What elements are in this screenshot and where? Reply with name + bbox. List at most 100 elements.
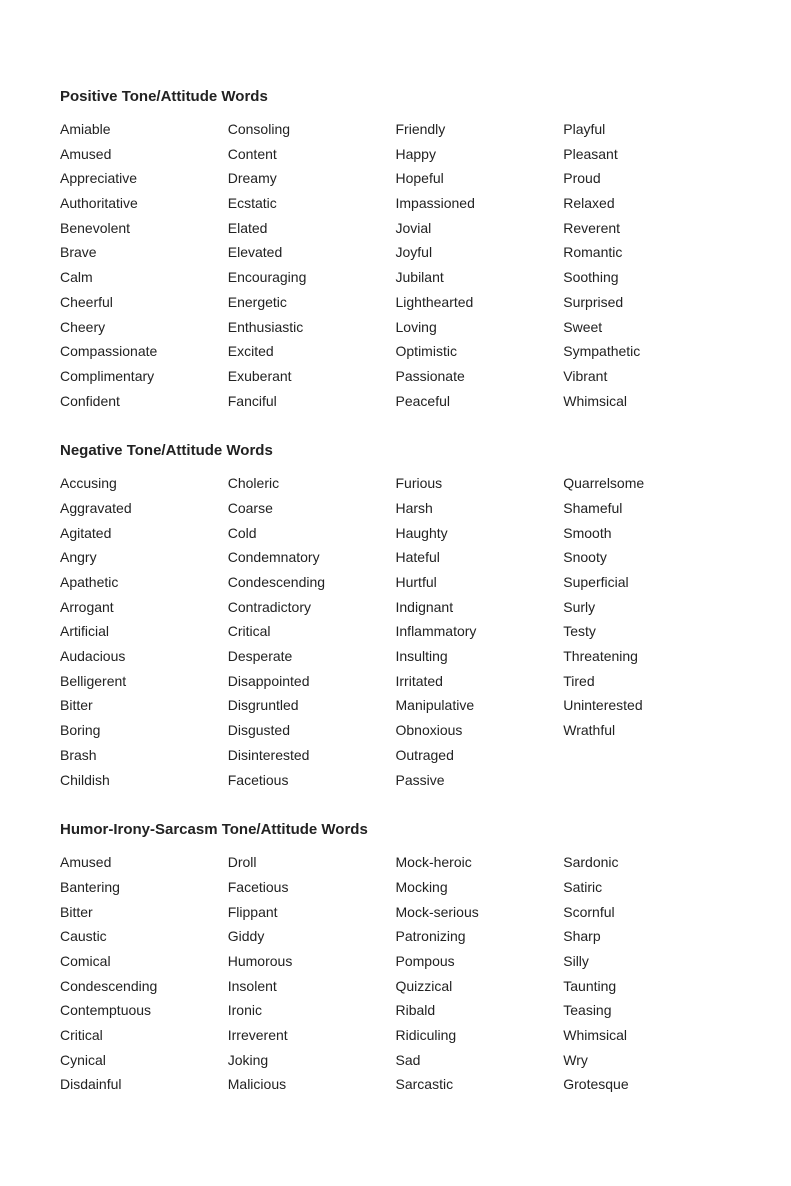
word-cell: Aggravated	[60, 498, 228, 520]
word-cell: Cold	[228, 523, 396, 545]
word-cell: Shameful	[563, 498, 731, 520]
word-cell: Joking	[228, 1050, 396, 1072]
word-cell: Bantering	[60, 877, 228, 899]
word-cell: Passive	[396, 770, 564, 792]
word-cell: Superficial	[563, 572, 731, 594]
word-cell: Grotesque	[563, 1074, 731, 1096]
word-cell: Confident	[60, 391, 228, 413]
word-cell: Encouraging	[228, 267, 396, 289]
word-cell: Benevolent	[60, 218, 228, 240]
section-1: Negative Tone/Attitude WordsAccusingChol…	[60, 442, 731, 791]
word-cell: Impassioned	[396, 193, 564, 215]
word-cell: Content	[228, 144, 396, 166]
word-cell: Facetious	[228, 877, 396, 899]
word-cell: Quizzical	[396, 976, 564, 998]
word-cell: Artificial	[60, 621, 228, 643]
word-cell: Apathetic	[60, 572, 228, 594]
word-cell: Testy	[563, 621, 731, 643]
word-cell: Elevated	[228, 242, 396, 264]
word-cell: Surly	[563, 597, 731, 619]
word-cell: Fanciful	[228, 391, 396, 413]
word-cell: Exuberant	[228, 366, 396, 388]
word-cell: Coarse	[228, 498, 396, 520]
word-cell: Pleasant	[563, 144, 731, 166]
word-cell: Sharp	[563, 926, 731, 948]
word-cell: Angry	[60, 547, 228, 569]
word-cell: Consoling	[228, 119, 396, 141]
word-cell: Disgruntled	[228, 695, 396, 717]
word-cell: Passionate	[396, 366, 564, 388]
word-cell: Inflammatory	[396, 621, 564, 643]
word-cell: Enthusiastic	[228, 317, 396, 339]
word-cell: Brave	[60, 242, 228, 264]
word-cell: Reverent	[563, 218, 731, 240]
word-cell: Satiric	[563, 877, 731, 899]
word-cell: Quarrelsome	[563, 473, 731, 495]
section-heading-1: Negative Tone/Attitude Words	[60, 442, 731, 459]
word-cell: Caustic	[60, 926, 228, 948]
word-cell: Insolent	[228, 976, 396, 998]
word-cell: Calm	[60, 267, 228, 289]
word-cell: Threatening	[563, 646, 731, 668]
word-cell: Sardonic	[563, 852, 731, 874]
word-cell: Pompous	[396, 951, 564, 973]
word-cell: Bitter	[60, 695, 228, 717]
word-cell: Droll	[228, 852, 396, 874]
word-cell: Hurtful	[396, 572, 564, 594]
word-cell: Critical	[228, 621, 396, 643]
word-cell: Appreciative	[60, 168, 228, 190]
word-cell: Jovial	[396, 218, 564, 240]
word-cell: Playful	[563, 119, 731, 141]
word-cell: Irreverent	[228, 1025, 396, 1047]
section-2: Humor-Irony-Sarcasm Tone/Attitude WordsA…	[60, 821, 731, 1096]
word-cell: Energetic	[228, 292, 396, 314]
word-cell: Disinterested	[228, 745, 396, 767]
word-cell: Lighthearted	[396, 292, 564, 314]
word-cell: Malicious	[228, 1074, 396, 1096]
word-cell: Happy	[396, 144, 564, 166]
word-cell: Whimsical	[563, 391, 731, 413]
word-cell: Arrogant	[60, 597, 228, 619]
word-cell: Jubilant	[396, 267, 564, 289]
word-cell: Flippant	[228, 902, 396, 924]
word-cell: Smooth	[563, 523, 731, 545]
word-cell: Ridiculing	[396, 1025, 564, 1047]
word-cell: Relaxed	[563, 193, 731, 215]
word-cell: Sympathetic	[563, 341, 731, 363]
word-cell: Cynical	[60, 1050, 228, 1072]
word-cell: Disgusted	[228, 720, 396, 742]
word-cell: Uninterested	[563, 695, 731, 717]
word-cell: Patronizing	[396, 926, 564, 948]
word-cell: Friendly	[396, 119, 564, 141]
word-cell: Wrathful	[563, 720, 731, 742]
word-cell: Obnoxious	[396, 720, 564, 742]
section-heading-2: Humor-Irony-Sarcasm Tone/Attitude Words	[60, 821, 731, 838]
word-cell: Choleric	[228, 473, 396, 495]
word-cell: Vibrant	[563, 366, 731, 388]
word-cell: Comical	[60, 951, 228, 973]
word-cell: Sweet	[563, 317, 731, 339]
word-cell: Mock-serious	[396, 902, 564, 924]
word-cell: Proud	[563, 168, 731, 190]
word-cell: Scornful	[563, 902, 731, 924]
word-cell: Haughty	[396, 523, 564, 545]
word-cell: Manipulative	[396, 695, 564, 717]
word-cell: Condemnatory	[228, 547, 396, 569]
word-cell: Complimentary	[60, 366, 228, 388]
word-cell: Sad	[396, 1050, 564, 1072]
word-cell: Harsh	[396, 498, 564, 520]
word-cell: Irritated	[396, 671, 564, 693]
word-cell: Joyful	[396, 242, 564, 264]
word-cell: Sarcastic	[396, 1074, 564, 1096]
word-cell: Desperate	[228, 646, 396, 668]
word-cell: Silly	[563, 951, 731, 973]
word-cell: Cheery	[60, 317, 228, 339]
word-cell: Disappointed	[228, 671, 396, 693]
word-cell: Taunting	[563, 976, 731, 998]
word-cell: Childish	[60, 770, 228, 792]
word-cell: Condescending	[60, 976, 228, 998]
word-cell: Humorous	[228, 951, 396, 973]
word-cell: Tired	[563, 671, 731, 693]
word-cell: Amiable	[60, 119, 228, 141]
word-cell: Contradictory	[228, 597, 396, 619]
